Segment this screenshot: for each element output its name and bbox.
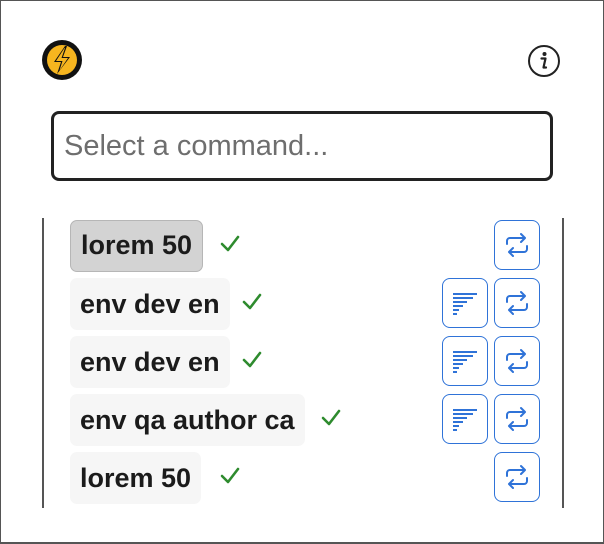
command-chip[interactable]: env dev en bbox=[70, 278, 230, 330]
repeat-icon bbox=[506, 465, 528, 489]
text-lines-icon bbox=[453, 409, 477, 431]
command-row: env qa author ca bbox=[42, 392, 564, 450]
text-lines-icon bbox=[453, 293, 477, 315]
view-output-button[interactable] bbox=[442, 394, 488, 444]
repeat-icon bbox=[506, 233, 528, 257]
command-chip[interactable]: env qa author ca bbox=[70, 394, 305, 446]
command-chip[interactable]: lorem 50 bbox=[70, 452, 202, 504]
view-output-button[interactable] bbox=[442, 278, 488, 328]
info-icon[interactable] bbox=[527, 44, 561, 78]
repeat-icon bbox=[506, 407, 528, 431]
command-row: env dev en bbox=[42, 334, 564, 392]
view-output-button[interactable] bbox=[442, 336, 488, 386]
check-icon bbox=[241, 348, 263, 370]
repeat-command-button[interactable] bbox=[494, 452, 540, 502]
command-chip[interactable]: env dev en bbox=[70, 336, 230, 388]
repeat-command-button[interactable] bbox=[494, 278, 540, 328]
command-search-input[interactable] bbox=[51, 111, 553, 181]
lightning-bolt-logo bbox=[42, 40, 82, 80]
command-row: lorem 50 bbox=[42, 218, 564, 276]
command-chip[interactable]: lorem 50 bbox=[70, 220, 204, 272]
check-icon bbox=[241, 290, 263, 312]
repeat-command-button[interactable] bbox=[494, 220, 540, 270]
command-list: lorem 50 env dev en env dev en env qa au… bbox=[42, 218, 564, 508]
text-lines-icon bbox=[453, 351, 477, 373]
repeat-command-button[interactable] bbox=[494, 336, 540, 386]
repeat-command-button[interactable] bbox=[494, 394, 540, 444]
command-row: env dev en bbox=[42, 276, 564, 334]
check-icon bbox=[320, 406, 342, 428]
check-icon bbox=[219, 464, 241, 486]
repeat-icon bbox=[506, 349, 528, 373]
check-icon bbox=[219, 232, 241, 254]
command-row: lorem 50 bbox=[42, 450, 564, 508]
repeat-icon bbox=[506, 291, 528, 315]
